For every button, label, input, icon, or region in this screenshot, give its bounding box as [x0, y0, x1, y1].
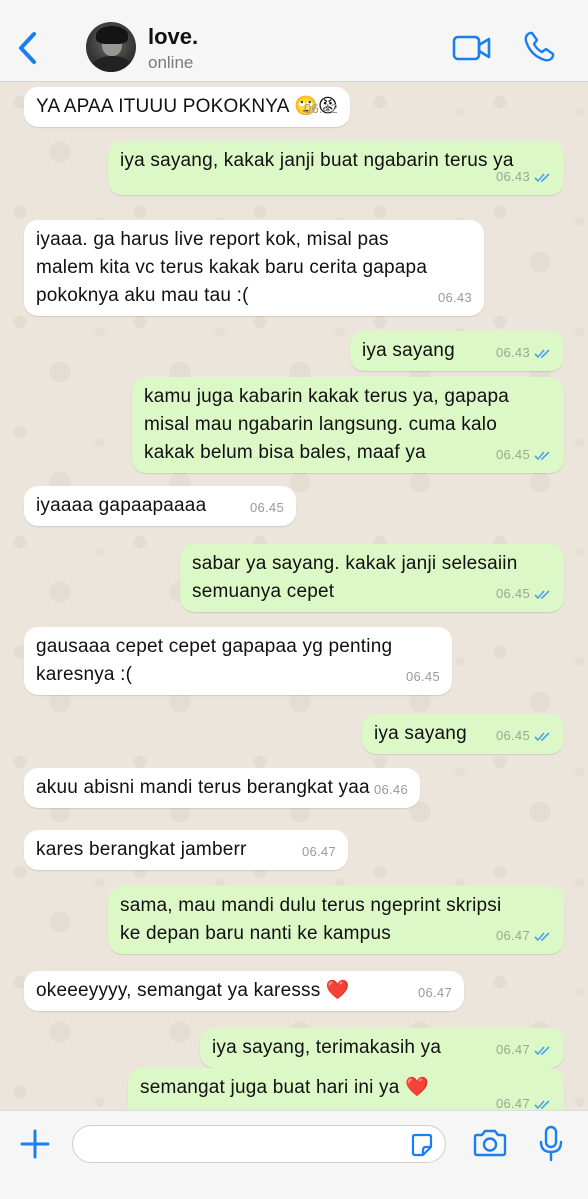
- message-time: 06.42: [303, 101, 338, 116]
- message-time: 06.45: [249, 500, 284, 515]
- message-meta: 06.43: [438, 284, 472, 312]
- incoming-message[interactable]: kares berangkat jamberr 06.47: [24, 830, 348, 870]
- message-text: sama, mau mandi dulu terus ngeprint skri…: [120, 895, 502, 944]
- message-time: 06.43: [495, 345, 530, 360]
- message-text: semangat juga buat hari ini ya ❤️: [140, 1077, 429, 1098]
- message-text: akuu abisni mandi terus berangkat yaa: [36, 777, 370, 798]
- read-receipt-icon: [534, 731, 550, 741]
- message-time: 06.43: [495, 169, 530, 184]
- message-text: iya sayang, kakak janji buat ngabarin te…: [120, 150, 514, 171]
- read-receipt-icon: [534, 348, 550, 358]
- message-meta: 06.47: [302, 838, 336, 866]
- back-chevron-icon[interactable]: [14, 28, 44, 68]
- message-meta: 06.47: [418, 979, 452, 1007]
- message-time: 06.47: [495, 1042, 530, 1057]
- plus-icon[interactable]: [20, 1129, 50, 1159]
- incoming-message[interactable]: okeeeyyyy, semangat ya karesss ❤️ 06.47: [24, 971, 464, 1011]
- avatar[interactable]: [86, 22, 136, 72]
- outgoing-message[interactable]: iya sayang 06.45: [362, 714, 564, 754]
- voice-call-icon[interactable]: [522, 30, 556, 64]
- read-receipt-icon: [534, 589, 550, 599]
- read-receipt-icon: [534, 931, 550, 941]
- message-meta: 06.47: [496, 1090, 552, 1110]
- message-time: 06.47: [417, 985, 452, 1000]
- outgoing-message[interactable]: sama, mau mandi dulu terus ngeprint skri…: [108, 886, 564, 954]
- incoming-message[interactable]: akuu abisni mandi terus berangkat yaa 06.…: [24, 768, 420, 808]
- message-meta: 06.45: [496, 441, 552, 469]
- message-text: gausaaa cepet cepet gapapaa yg penting k…: [36, 636, 393, 685]
- message-meta: 06.45: [406, 663, 440, 691]
- outgoing-message[interactable]: semangat juga buat hari ini ya ❤️ 06.47: [128, 1068, 564, 1110]
- microphone-icon[interactable]: [538, 1125, 564, 1163]
- message-meta: 06.45: [496, 722, 552, 750]
- read-receipt-icon: [534, 1099, 550, 1109]
- read-receipt-icon: [534, 172, 550, 182]
- message-time: 06.45: [495, 728, 530, 743]
- message-meta: 06.43: [496, 339, 552, 367]
- message-time: 06.47: [301, 844, 336, 859]
- message-meta: 06.46: [374, 776, 408, 804]
- message-meta: 06.47: [496, 922, 552, 950]
- incoming-message[interactable]: iyaaaa gapaapaaaa 06.45: [24, 486, 296, 526]
- video-call-icon[interactable]: [452, 34, 492, 62]
- message-time: 06.45: [495, 447, 530, 462]
- input-bar: [0, 1110, 588, 1199]
- contact-name[interactable]: love.: [148, 24, 198, 50]
- message-text: kamu juga kabarin kakak terus ya, gapapa…: [144, 386, 509, 463]
- message-time: 06.45: [495, 586, 530, 601]
- message-input[interactable]: [72, 1125, 446, 1163]
- camera-icon[interactable]: [472, 1128, 508, 1158]
- outgoing-message[interactable]: iya sayang, kakak janji buat ngabarin te…: [108, 141, 564, 195]
- message-time: 06.46: [373, 782, 408, 797]
- read-receipt-icon: [534, 450, 550, 460]
- contact-status: online: [148, 53, 194, 72]
- message-time: 06.43: [437, 290, 472, 305]
- incoming-message[interactable]: iyaaa. ga harus live report kok, misal p…: [24, 220, 484, 316]
- read-receipt-icon: [534, 1045, 550, 1055]
- outgoing-message[interactable]: iya sayang, terimakasih ya 06.47: [200, 1028, 564, 1068]
- chat-header: love. online: [0, 0, 588, 82]
- message-time: 06.45: [405, 669, 440, 684]
- sticker-icon[interactable]: [409, 1132, 435, 1158]
- incoming-message[interactable]: YA APAA ITUUU POKOKNYA 🙄😡 06.42: [24, 87, 350, 127]
- message-meta: 06.45: [496, 580, 552, 608]
- chat-messages[interactable]: YA APAA ITUUU POKOKNYA 🙄😡 06.42 iya sayang…: [0, 82, 588, 1110]
- message-meta: 06.43: [496, 163, 552, 191]
- message-meta: 06.47: [496, 1036, 552, 1064]
- message-meta: 06.42: [304, 95, 338, 123]
- incoming-message[interactable]: gausaaa cepet cepet gapapaa yg penting k…: [24, 627, 452, 695]
- message-meta: 06.45: [250, 494, 284, 522]
- outgoing-message[interactable]: kamu juga kabarin kakak terus ya, gapapa…: [132, 377, 564, 473]
- outgoing-message[interactable]: sabar ya sayang. kakak janji selesaiin s…: [180, 544, 564, 612]
- message-time: 06.47: [495, 928, 530, 943]
- outgoing-message[interactable]: iya sayang 06.43: [350, 331, 564, 371]
- message-text: YA APAA ITUUU POKOKNYA 🙄😡: [36, 96, 338, 117]
- message-text: kares berangkat jamberr: [36, 839, 247, 860]
- message-text: iyaaa. ga harus live report kok, misal p…: [36, 229, 428, 306]
- message-text: iyaaaa gapaapaaaa: [36, 495, 207, 516]
- message-time: 06.47: [495, 1096, 530, 1110]
- message-text: okeeeyyyy, semangat ya karesss ❤️: [36, 980, 350, 1001]
